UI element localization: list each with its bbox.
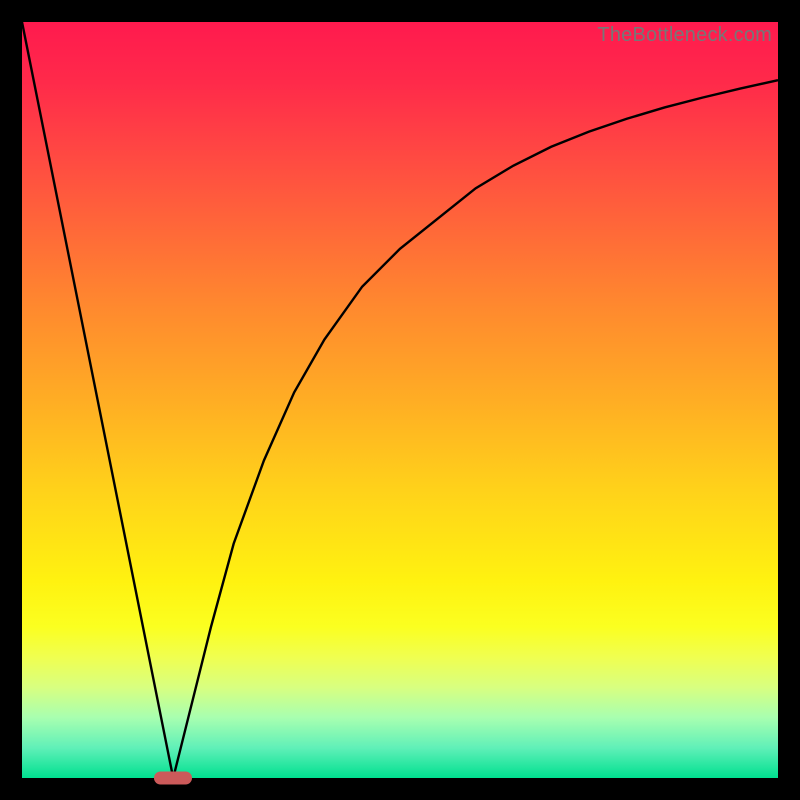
bottleneck-curve <box>22 22 778 778</box>
curve-layer <box>22 22 778 778</box>
chart-frame: TheBottleneck.com <box>0 0 800 800</box>
balance-point-marker <box>154 772 192 785</box>
plot-area: TheBottleneck.com <box>22 22 778 778</box>
